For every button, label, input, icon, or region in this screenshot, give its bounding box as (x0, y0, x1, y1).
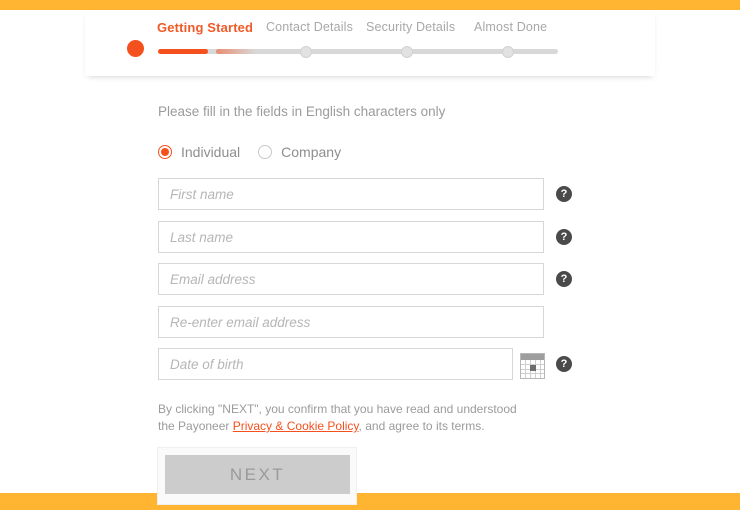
step-label-security-details[interactable]: Security Details (366, 20, 455, 34)
progress-fill-fade (216, 49, 256, 54)
step-dot-security-details[interactable] (401, 45, 413, 58)
terms-text: By clicking "NEXT", you confirm that you… (158, 401, 528, 435)
calendar-icon-selected-day (530, 365, 536, 371)
step-label-almost-done[interactable]: Almost Done (474, 20, 547, 34)
privacy-cookie-policy-link[interactable]: Privacy & Cookie Policy (233, 419, 359, 433)
bottom-brand-bar (0, 493, 740, 510)
last-name-help-icon[interactable]: ? (556, 229, 572, 245)
form-intro-text: Please fill in the fields in English cha… (158, 104, 446, 119)
step-dot-active-getting-started[interactable] (127, 40, 144, 57)
step-label-getting-started[interactable]: Getting Started (157, 20, 253, 35)
radio-company-label: Company (281, 144, 342, 160)
top-brand-bar (0, 0, 740, 10)
radio-individual-dot (161, 148, 169, 156)
radio-company-icon (258, 145, 273, 159)
next-button[interactable]: NEXT (165, 455, 350, 494)
first-name-input[interactable] (158, 178, 544, 210)
email-input[interactable] (158, 263, 544, 295)
calendar-icon-grid (521, 360, 544, 378)
field-row-email: ? (158, 263, 572, 295)
last-name-input[interactable] (158, 221, 544, 253)
progress-track (158, 49, 558, 54)
field-row-date-of-birth: ? (158, 348, 572, 380)
step-dot-almost-done[interactable] (502, 45, 514, 58)
radio-option-company[interactable]: Company (258, 144, 341, 160)
field-row-email-confirm (158, 306, 544, 338)
step-dot-contact-details[interactable] (300, 45, 312, 58)
radio-individual-icon (158, 145, 172, 159)
progress-fill (158, 49, 208, 54)
first-name-help-icon[interactable]: ? (556, 186, 572, 202)
radio-option-individual[interactable]: Individual (158, 144, 240, 160)
date-of-birth-input[interactable] (158, 348, 513, 380)
radio-individual-label: Individual (181, 144, 241, 160)
email-confirm-input[interactable] (158, 306, 544, 338)
field-row-last-name: ? (158, 221, 572, 253)
stepper-labels: Getting Started Contact Details Security… (85, 20, 655, 38)
calendar-icon[interactable] (520, 353, 545, 379)
step-label-contact-details[interactable]: Contact Details (266, 20, 353, 34)
account-type-radio-group: Individual Company (158, 142, 359, 162)
date-of-birth-help-icon[interactable]: ? (556, 356, 572, 372)
signup-stepper: Getting Started Contact Details Security… (85, 10, 655, 76)
terms-part-two: , and agree to its terms. (358, 419, 485, 433)
page-canvas: Getting Started Contact Details Security… (0, 10, 740, 505)
field-row-first-name: ? (158, 178, 572, 210)
email-help-icon[interactable]: ? (556, 271, 572, 287)
